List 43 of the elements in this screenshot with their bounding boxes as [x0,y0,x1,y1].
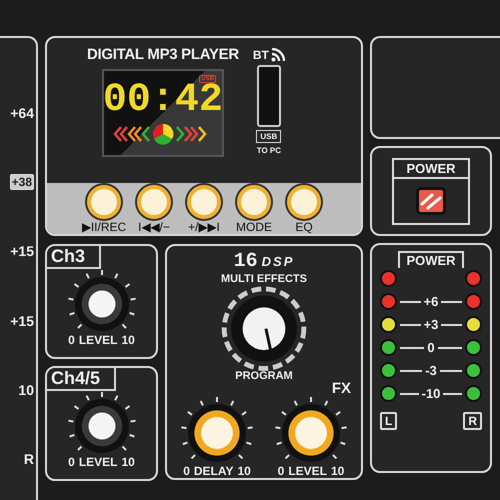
scale-label: +15 [10,243,34,260]
knob-label: PROGRAM [235,370,293,382]
dsp-label: DSP [262,254,294,269]
meter-scale-label: +6 [424,294,438,309]
usb-caption: TO PC [256,146,282,155]
scale-min: 0 [68,455,75,469]
scale-max: 10 [122,333,135,347]
program-knob[interactable] [219,285,309,372]
meter-scale-label: 0 [427,340,435,355]
scale-min: 0 [278,464,284,478]
usb-port[interactable] [256,65,281,127]
panel-title: MULTI EFFECTS [221,273,307,285]
bt-label: BT [252,48,269,62]
knob-label: LEVEL [288,464,327,478]
channel-label: R [463,412,482,430]
scale-min: 0 [183,464,190,478]
channel-name: Ch4/5 [47,368,116,391]
scale-label: R [24,451,34,468]
meter-scale-label: -3 [425,363,437,378]
scale-max: 10 [237,464,251,478]
scale-label: 10 [18,382,34,398]
power-switch[interactable] [416,186,446,214]
scale-label: +38 [10,174,34,190]
time-readout: 00:42 [102,81,223,121]
meter-scale-label: +3 [424,317,438,332]
usb-label: USB [256,130,282,143]
scale-max: 10 [122,455,135,469]
wireless-icon [270,48,285,62]
knob-label: LEVEL [78,455,118,469]
knob-label: LEVEL [78,333,118,347]
power-label: POWER [394,160,468,178]
scale-label: +15 [10,312,34,329]
channel-label: L [380,412,398,430]
scale-min: 0 [68,333,75,347]
scale-label: +64 [10,104,34,121]
fx-label: FX [332,380,351,397]
effects-count: 16 [234,250,258,273]
scale-max: 10 [331,464,344,478]
meter-title: POWER [398,251,464,268]
meter-scale-label: -10 [422,386,440,401]
panel-title: DIGITAL MP3 PLAYER [87,46,239,63]
knob-label: DELAY [194,464,234,478]
channel-name: Ch3 [47,246,102,269]
